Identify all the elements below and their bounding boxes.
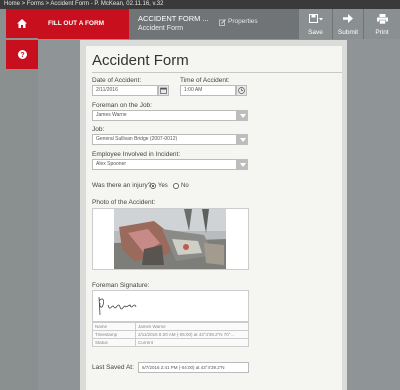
form-page: Accident Form Date of Accident: 2/11/201… [86, 46, 342, 390]
foreman-label: Foreman on the Job: [92, 102, 152, 109]
time-label: Time of Accident: [180, 77, 230, 84]
left-rail: ? [0, 9, 38, 390]
fill-out-form-tab[interactable]: FILL OUT A FORM [38, 9, 129, 39]
table-row: Name James Warne [92, 322, 249, 331]
date-label: Date of Accident: [92, 77, 142, 84]
svg-text:?: ? [20, 52, 24, 59]
help-icon: ? [17, 50, 27, 59]
signature-status-key: Status [92, 338, 136, 347]
save-button[interactable]: Save [299, 9, 332, 39]
injury-yes-label: Yes [158, 183, 168, 189]
help-button[interactable]: ? [6, 40, 38, 69]
injury-no-radio[interactable] [173, 183, 179, 189]
accident-photo [114, 209, 226, 269]
table-row: Timestamp 2/11/2016 8:20 AM (-05:00) at 4… [92, 330, 249, 339]
top-toolbar: FILL OUT A FORM ACCIDENT FORM ... Accide… [38, 9, 400, 39]
photo-label: Photo of the Accident: [92, 199, 156, 206]
job-label: Job: [92, 126, 105, 133]
submit-button[interactable]: Submit [333, 9, 363, 39]
home-icon [17, 19, 27, 28]
submit-label: Submit [337, 29, 359, 36]
foreman-dropdown-button[interactable] [237, 110, 248, 121]
signature-name-value: James Warne [135, 322, 249, 331]
injury-yes-radio[interactable] [150, 183, 156, 189]
edit-icon [219, 18, 226, 26]
print-button[interactable]: Print [364, 9, 400, 39]
last-saved-label: Last Saved At: [92, 364, 134, 371]
job-select[interactable]: General Sullivan Bridge (2007-0012) [92, 134, 237, 145]
heading-divider [92, 72, 342, 73]
employee-select[interactable]: Alex Spooner [92, 159, 237, 170]
chevron-down-icon [239, 162, 246, 167]
injury-question: Was there an injury? [92, 182, 152, 189]
arrow-right-icon [343, 14, 353, 23]
properties-button[interactable]: Properties [219, 17, 258, 27]
clock-icon [238, 87, 245, 94]
table-row: Status Current [92, 338, 249, 347]
signature-name-key: Name [92, 322, 136, 331]
last-saved-field: 6/7/2016 2:41 PM (-04:00) at 43°4'39.2"N [138, 362, 249, 373]
breadcrumb: Home > Forms > Accident Form - P. McKean… [0, 0, 400, 9]
properties-label: Properties [228, 18, 258, 25]
chevron-down-icon [239, 113, 246, 118]
form-subtitle: Accident Form [138, 25, 184, 32]
signature-label: Foreman Signature: [92, 282, 150, 289]
handwritten-signature [98, 296, 137, 316]
signature-status-value: Current [135, 338, 249, 347]
signature-details-table: Name James Warne Timestamp 2/11/2016 8:20 … [92, 322, 249, 347]
photo-box[interactable] [92, 208, 249, 270]
save-icon [308, 14, 323, 23]
signature-box[interactable] [92, 290, 249, 322]
signature-timestamp-value: 2/11/2016 8:20 AM (-05:00) at 43°4'39.2"… [135, 330, 249, 339]
date-picker-button[interactable] [158, 85, 169, 96]
date-field[interactable]: 2/11/2016 [92, 85, 158, 96]
form-heading: Accident Form [92, 52, 189, 69]
calendar-icon [160, 87, 167, 94]
home-button[interactable] [6, 9, 38, 38]
job-dropdown-button[interactable] [237, 134, 248, 145]
form-title: ACCIDENT FORM ... [138, 14, 209, 23]
employee-dropdown-button[interactable] [237, 159, 248, 170]
employee-label: Employee Involved in Incident: [92, 151, 181, 158]
save-label: Save [308, 29, 323, 36]
printer-icon [376, 14, 388, 24]
injury-no-label: No [181, 183, 189, 189]
time-field[interactable]: 1:00 AM [180, 85, 236, 96]
foreman-select[interactable]: James Warne [92, 110, 237, 121]
print-label: Print [375, 29, 389, 36]
signature-timestamp-key: Timestamp [92, 330, 136, 339]
chevron-down-icon [239, 137, 246, 142]
time-picker-button[interactable] [236, 85, 247, 96]
